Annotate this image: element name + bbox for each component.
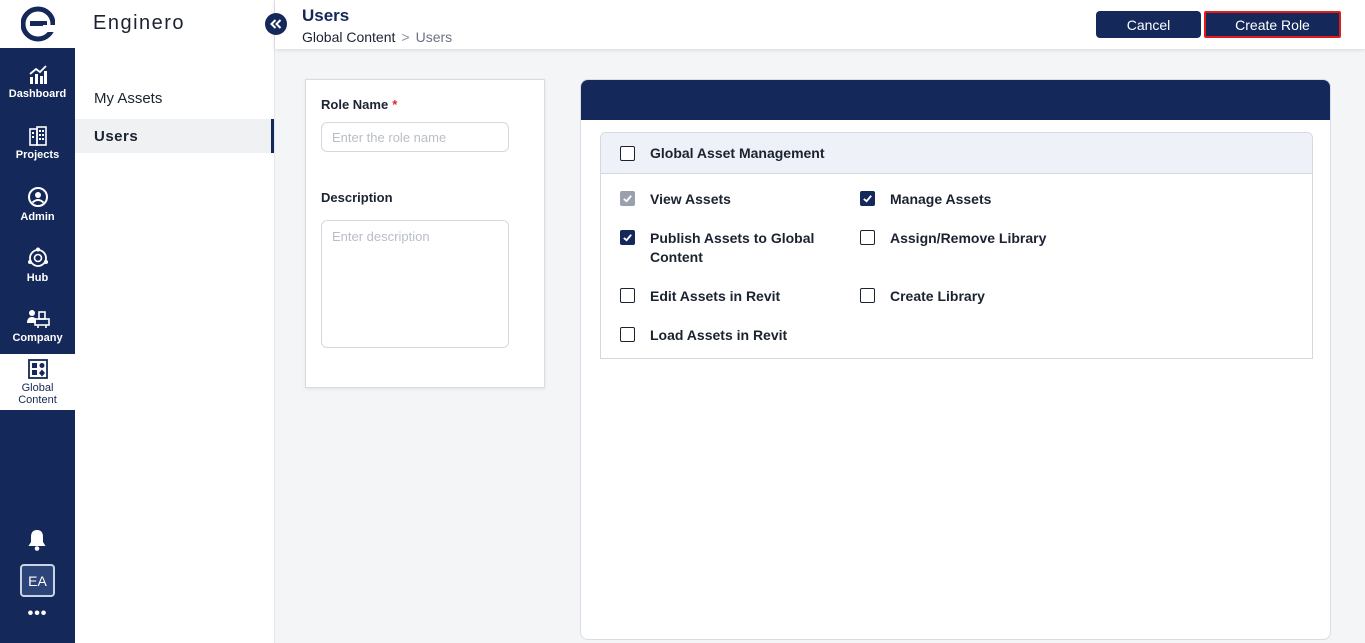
- permission-group-header: Global Asset Management: [601, 133, 1312, 174]
- breadcrumb: Global Content > Users: [302, 29, 452, 45]
- admin-icon: [27, 186, 48, 207]
- role-name-label: Role Name *: [321, 97, 397, 112]
- user-avatar[interactable]: EA: [20, 564, 55, 597]
- collapse-sidebar-icon[interactable]: [265, 13, 287, 35]
- publish-assets-checkbox[interactable]: [620, 230, 635, 245]
- left-rail: Dashboard Projects Admin Hub Company Glo…: [0, 0, 75, 643]
- permissions-panel: Global Asset Management View Assets Mana…: [580, 79, 1331, 640]
- view-assets-checkbox: [620, 191, 635, 206]
- permission-label: Publish Assets to Global Content: [650, 230, 815, 265]
- rail-label: Projects: [15, 148, 60, 161]
- rail-label: Hub: [26, 271, 49, 284]
- permission-publish-assets[interactable]: Publish Assets to Global Content: [620, 229, 825, 267]
- rail-label: Company: [12, 331, 63, 344]
- manage-assets-checkbox[interactable]: [860, 191, 875, 206]
- permission-group-global-asset-management: Global Asset Management View Assets Mana…: [600, 132, 1313, 359]
- permission-label: View Assets: [650, 191, 731, 207]
- create-role-button[interactable]: Create Role: [1204, 11, 1341, 38]
- permissions-panel-header: [581, 80, 1330, 120]
- assign-remove-library-checkbox[interactable]: [860, 230, 875, 245]
- required-mark: *: [392, 97, 398, 112]
- group-select-all-checkbox[interactable]: [620, 145, 635, 161]
- permission-label: Assign/Remove Library: [890, 230, 1047, 246]
- cancel-button[interactable]: Cancel: [1096, 11, 1201, 38]
- load-assets-in-revit-checkbox[interactable]: [620, 327, 635, 342]
- permission-label: Manage Assets: [890, 191, 992, 207]
- brand-name: Enginero: [93, 12, 186, 34]
- rail-item-admin[interactable]: Admin: [0, 176, 75, 232]
- create-library-checkbox[interactable]: [860, 288, 875, 303]
- permission-label: Edit Assets in Revit: [650, 288, 781, 304]
- chart-icon: [28, 64, 47, 84]
- role-name-label-text: Role Name: [321, 97, 389, 112]
- permission-group-title: Global Asset Management: [650, 145, 825, 161]
- rail-item-hub[interactable]: Hub: [0, 237, 75, 293]
- breadcrumb-current: Users: [415, 29, 453, 45]
- rail-item-global-content[interactable]: Global Content: [0, 354, 75, 410]
- global-content-icon: [27, 358, 48, 379]
- more-options-icon[interactable]: •••: [0, 605, 75, 623]
- rail-label: Admin: [20, 210, 55, 223]
- rail-item-company[interactable]: Company: [0, 298, 75, 354]
- rail-label: Dashboard: [8, 87, 67, 100]
- enginero-logo[interactable]: [0, 0, 75, 48]
- hub-icon: [27, 247, 48, 267]
- permission-label: Load Assets in Revit: [650, 327, 788, 343]
- edit-assets-in-revit-checkbox[interactable]: [620, 288, 635, 303]
- permission-create-library[interactable]: Create Library: [860, 287, 1065, 306]
- description-textarea[interactable]: [321, 220, 509, 348]
- company-icon: [26, 309, 50, 328]
- rail-item-projects[interactable]: Projects: [0, 115, 75, 171]
- permission-view-assets[interactable]: View Assets: [620, 190, 825, 209]
- breadcrumb-link-global-content[interactable]: Global Content: [302, 29, 395, 45]
- permission-label: Create Library: [890, 288, 985, 304]
- notifications-bell-icon[interactable]: [26, 528, 48, 552]
- permission-load-assets-in-revit[interactable]: Load Assets in Revit: [620, 326, 825, 345]
- rail-label: Global Content: [18, 381, 57, 406]
- breadcrumb-separator: >: [401, 29, 410, 45]
- sidebar-item-users[interactable]: Users: [75, 119, 274, 153]
- logo-icon: [20, 6, 55, 42]
- building-icon: [28, 125, 47, 146]
- page-title: Users: [302, 6, 350, 25]
- permission-manage-assets[interactable]: Manage Assets: [860, 190, 1065, 209]
- permission-assign-remove-library[interactable]: Assign/Remove Library: [860, 229, 1065, 248]
- rail-item-dashboard[interactable]: Dashboard: [0, 54, 75, 110]
- permission-edit-assets-in-revit[interactable]: Edit Assets in Revit: [620, 287, 825, 306]
- sidebar-item-my-assets[interactable]: My Assets: [75, 81, 274, 115]
- role-name-input[interactable]: [321, 122, 509, 152]
- description-label: Description: [321, 190, 393, 205]
- role-form-card: Role Name* Description: [305, 79, 545, 388]
